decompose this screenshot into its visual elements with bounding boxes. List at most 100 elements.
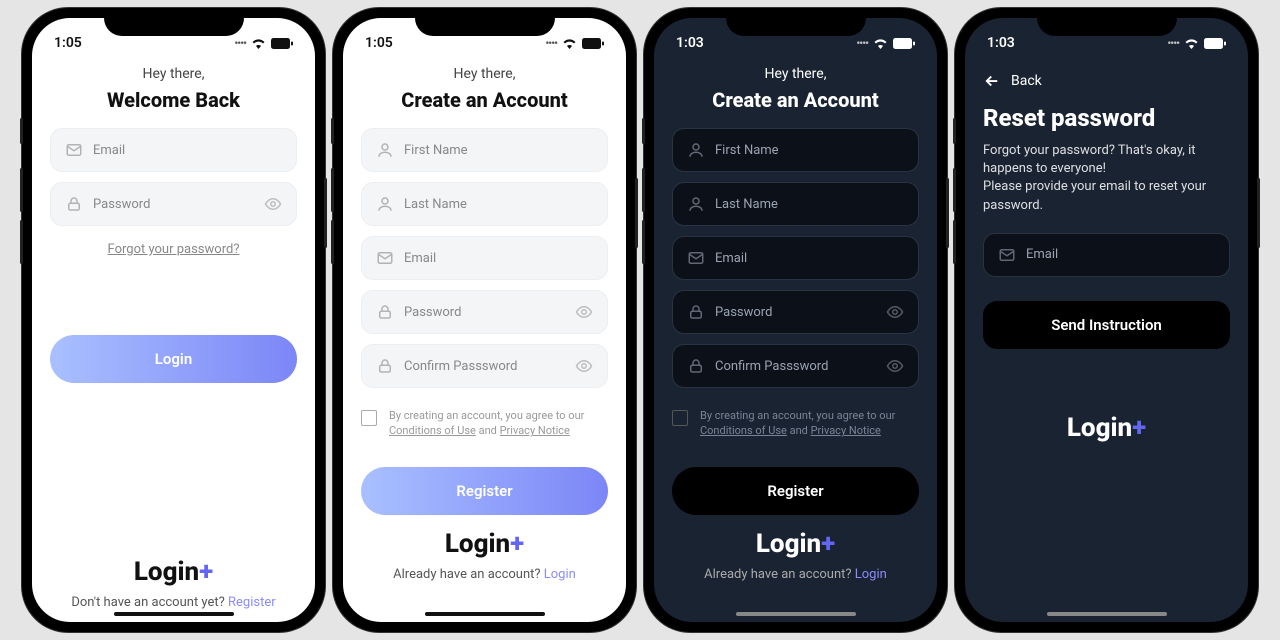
description-text: Forgot your password? That's okay, it ha… bbox=[983, 142, 1230, 215]
confirm-password-field[interactable]: Confirm Passsword bbox=[672, 344, 919, 388]
status-time: 1:03 bbox=[987, 35, 1015, 51]
password-field[interactable]: Password bbox=[361, 290, 608, 334]
register-link[interactable]: Register bbox=[228, 595, 276, 610]
lock-icon bbox=[376, 357, 394, 375]
person-icon bbox=[376, 195, 394, 213]
back-label: Back bbox=[1011, 73, 1042, 89]
password-field[interactable]: Password bbox=[50, 182, 297, 226]
password-field[interactable]: Password bbox=[672, 290, 919, 334]
eye-icon[interactable] bbox=[886, 357, 904, 375]
app-logo: Login+ bbox=[50, 557, 297, 587]
terms-checkbox[interactable] bbox=[361, 410, 377, 426]
status-time: 1:05 bbox=[365, 35, 393, 51]
confirm-password-field[interactable]: Confirm Passsword bbox=[361, 344, 608, 388]
email-placeholder: Email bbox=[1026, 247, 1215, 262]
terms-checkbox[interactable] bbox=[672, 410, 688, 426]
password-placeholder: Password bbox=[715, 305, 876, 320]
mail-icon bbox=[687, 249, 705, 267]
wifi-icon bbox=[873, 38, 888, 49]
battery-icon bbox=[1204, 38, 1226, 49]
conditions-link[interactable]: Conditions of Use bbox=[389, 424, 476, 437]
eye-icon[interactable] bbox=[886, 303, 904, 321]
lastname-placeholder: Last Name bbox=[404, 197, 593, 212]
mail-icon bbox=[998, 246, 1016, 264]
wifi-icon bbox=[562, 38, 577, 49]
notch bbox=[726, 8, 866, 36]
phone-register-dark: 1:03 •••• Hey there, Create an Account F… bbox=[644, 8, 947, 632]
register-button[interactable]: Register bbox=[672, 467, 919, 515]
confirm-placeholder: Confirm Passsword bbox=[404, 359, 565, 374]
person-icon bbox=[376, 141, 394, 159]
firstname-placeholder: First Name bbox=[404, 143, 593, 158]
email-field[interactable]: Email bbox=[361, 236, 608, 280]
eye-icon[interactable] bbox=[575, 357, 593, 375]
footer-text: Already have an account? Login bbox=[361, 567, 608, 582]
app-logo: Login+ bbox=[983, 413, 1230, 443]
home-indicator[interactable] bbox=[114, 612, 234, 616]
lastname-field[interactable]: Last Name bbox=[361, 182, 608, 226]
notch bbox=[104, 8, 244, 36]
plus-icon: + bbox=[199, 557, 213, 587]
terms-row: By creating an account, you agree to our… bbox=[361, 408, 608, 439]
lastname-field[interactable]: Last Name bbox=[672, 182, 919, 226]
email-field[interactable]: Email bbox=[50, 128, 297, 172]
cellular-icon: •••• bbox=[234, 37, 246, 50]
arrow-left-icon bbox=[983, 72, 1001, 90]
home-indicator[interactable] bbox=[1047, 612, 1167, 616]
battery-icon bbox=[271, 38, 293, 49]
privacy-link[interactable]: Privacy Notice bbox=[500, 424, 570, 437]
home-indicator[interactable] bbox=[425, 612, 545, 616]
email-field[interactable]: Email bbox=[672, 236, 919, 280]
home-indicator[interactable] bbox=[736, 612, 856, 616]
app-logo: Login+ bbox=[672, 529, 919, 559]
plus-icon: + bbox=[821, 529, 835, 559]
eye-icon[interactable] bbox=[575, 303, 593, 321]
page-title: Create an Account bbox=[361, 88, 608, 112]
send-instruction-button[interactable]: Send Instruction bbox=[983, 301, 1230, 349]
footer-text: Don't have an account yet? Register bbox=[50, 595, 297, 610]
password-placeholder: Password bbox=[404, 305, 565, 320]
confirm-placeholder: Confirm Passsword bbox=[715, 359, 876, 374]
privacy-link[interactable]: Privacy Notice bbox=[811, 424, 881, 437]
greeting-text: Hey there, bbox=[361, 66, 608, 82]
greeting-text: Hey there, bbox=[672, 66, 919, 82]
login-button[interactable]: Login bbox=[50, 335, 297, 383]
email-field[interactable]: Email bbox=[983, 233, 1230, 277]
battery-icon bbox=[582, 38, 604, 49]
wifi-icon bbox=[1184, 38, 1199, 49]
login-link[interactable]: Login bbox=[544, 567, 576, 582]
firstname-field[interactable]: First Name bbox=[361, 128, 608, 172]
firstname-field[interactable]: First Name bbox=[672, 128, 919, 172]
terms-row: By creating an account, you agree to our… bbox=[672, 408, 919, 439]
mail-icon bbox=[65, 141, 83, 159]
lock-icon bbox=[65, 195, 83, 213]
lock-icon bbox=[687, 357, 705, 375]
lastname-placeholder: Last Name bbox=[715, 197, 904, 212]
cellular-icon: •••• bbox=[545, 37, 557, 50]
mail-icon bbox=[376, 249, 394, 267]
page-title: Create an Account bbox=[672, 88, 919, 112]
greeting-text: Hey there, bbox=[50, 66, 297, 82]
status-time: 1:03 bbox=[676, 35, 704, 51]
conditions-link[interactable]: Conditions of Use bbox=[700, 424, 787, 437]
eye-icon[interactable] bbox=[264, 195, 282, 213]
battery-icon bbox=[893, 38, 915, 49]
app-logo: Login+ bbox=[361, 529, 608, 559]
phone-login-light: 1:05 •••• Hey there, Welcome Back Email … bbox=[22, 8, 325, 632]
plus-icon: + bbox=[1132, 413, 1146, 443]
forgot-password-link[interactable]: Forgot your password? bbox=[50, 242, 297, 257]
login-link[interactable]: Login bbox=[855, 567, 887, 582]
lock-icon bbox=[376, 303, 394, 321]
back-button[interactable]: Back bbox=[983, 66, 1230, 104]
firstname-placeholder: First Name bbox=[715, 143, 904, 158]
footer-text: Already have an account? Login bbox=[672, 567, 919, 582]
phone-reset-dark: 1:03 •••• Back Reset password Forgot you… bbox=[955, 8, 1258, 632]
email-placeholder: Email bbox=[404, 251, 593, 266]
register-button[interactable]: Register bbox=[361, 467, 608, 515]
cellular-icon: •••• bbox=[856, 37, 868, 50]
status-time: 1:05 bbox=[54, 35, 82, 51]
page-title: Reset password bbox=[983, 104, 1230, 132]
lock-icon bbox=[687, 303, 705, 321]
phone-register-light: 1:05 •••• Hey there, Create an Account F… bbox=[333, 8, 636, 632]
email-placeholder: Email bbox=[93, 143, 282, 158]
